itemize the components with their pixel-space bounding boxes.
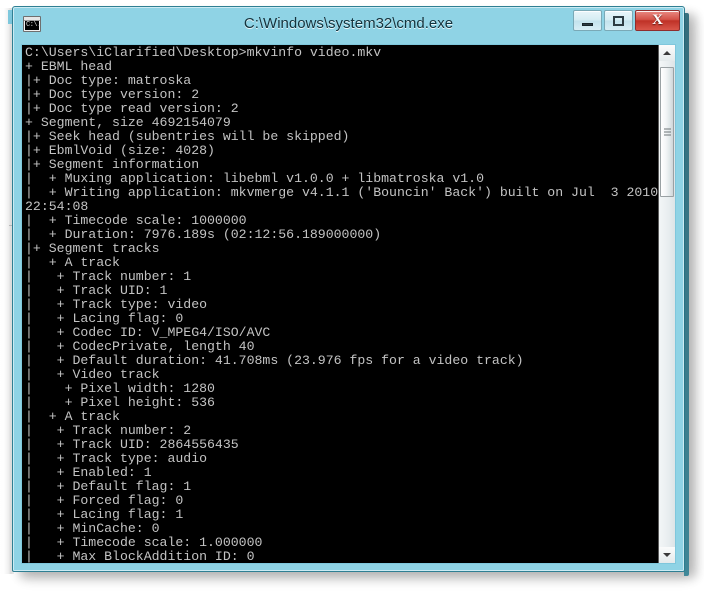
- console-line: | + Track number: 2: [25, 423, 192, 438]
- scroll-down-button[interactable]: [659, 547, 675, 563]
- cmd-icon-screen-label: C:\.: [25, 21, 41, 30]
- scroll-down-arrow-icon: [663, 553, 671, 557]
- console-line: |+ Doc type version: 2: [25, 87, 200, 102]
- console-line: 22:54:08: [25, 199, 89, 214]
- window-bottom-frame: [13, 564, 684, 571]
- console-line: | + Track UID: 1: [25, 283, 168, 298]
- scroll-up-button[interactable]: [659, 45, 675, 61]
- console-line: | + Track type: audio: [25, 451, 208, 466]
- console-line: C:\Users\iClarified\Desktop>mkvinfo vide…: [25, 45, 382, 60]
- close-icon: X: [652, 12, 663, 28]
- console-output[interactable]: C:\Users\iClarified\Desktop>mkvinfo vide…: [22, 45, 658, 564]
- console-line: | + Duration: 7976.189s (02:12:56.189000…: [25, 227, 382, 242]
- cmd-console-icon[interactable]: C:\.: [23, 16, 41, 32]
- console-line: | + Codec ID: V_MPEG4/ISO/AVC: [25, 325, 271, 340]
- minimize-button[interactable]: [573, 10, 602, 31]
- console-line: | + Lacing flag: 1: [25, 507, 184, 522]
- console-line: | + Pixel width: 1280: [25, 381, 215, 396]
- console-line: |+ EbmlVoid (size: 4028): [25, 143, 215, 158]
- console-line: | + Track type: video: [25, 297, 208, 312]
- console-line: | + Writing application: mkvmerge v4.1.1…: [25, 185, 658, 200]
- console-line: | + Video track: [25, 367, 160, 382]
- console-line: | + A track: [25, 255, 120, 270]
- title-bar[interactable]: C:\. C:\Windows\system32\cmd.exe X: [13, 7, 684, 43]
- console-line: | + Enabled: 1: [25, 465, 152, 480]
- console-line: | + Track number: 1: [25, 269, 192, 284]
- console-line: | + A track: [25, 409, 120, 424]
- scrollbar-thumb[interactable]: [660, 67, 674, 197]
- console-line: | + Default duration: 41.708ms (23.976 f…: [25, 353, 524, 368]
- console-line: | + Pixel height: 536: [25, 395, 215, 410]
- console-line: | + Max BlockAddition ID: 0: [25, 549, 255, 564]
- console-line: |+ Segment information: [25, 157, 200, 172]
- scrollbar-thumb-grip-icon: [664, 128, 671, 136]
- console-line: | + Default flag: 1: [25, 479, 192, 494]
- caption-button-group: X: [573, 10, 680, 31]
- console-vertical-scrollbar[interactable]: [658, 45, 675, 563]
- console-line: | + Lacing flag: 0: [25, 311, 184, 326]
- console-line: | + CodecPrivate, length 40: [25, 339, 255, 354]
- console-line: | + MinCache: 0: [25, 521, 160, 536]
- minimize-icon: [582, 22, 593, 26]
- screenshot-root: C:\. C:\Windows\system32\cmd.exe X C:\Us…: [0, 0, 704, 598]
- console-line: |+ Doc type: matroska: [25, 73, 192, 88]
- scroll-up-arrow-icon: [663, 51, 671, 55]
- console-line: | + Track UID: 2864556435: [25, 437, 239, 452]
- close-button[interactable]: X: [635, 10, 680, 31]
- console-line: | + Muxing application: libebml v1.0.0 +…: [25, 171, 484, 186]
- cmd-window: C:\. C:\Windows\system32\cmd.exe X C:\Us…: [12, 6, 689, 576]
- console-line: | + Timecode scale: 1000000: [25, 213, 247, 228]
- console-line: + EBML head: [25, 59, 113, 74]
- console-line: |+ Seek head (subentries will be skipped…: [25, 129, 350, 144]
- console-line: |+ Segment tracks: [25, 241, 160, 256]
- maximize-icon: [613, 15, 624, 26]
- console-client-area[interactable]: C:\Users\iClarified\Desktop>mkvinfo vide…: [21, 44, 676, 564]
- console-line: |+ Doc type read version: 2: [25, 101, 239, 116]
- maximize-button[interactable]: [604, 10, 633, 31]
- console-line: | + Timecode scale: 1.000000: [25, 535, 263, 550]
- console-line: + Segment, size 4692154079: [25, 115, 231, 130]
- console-line: | + Forced flag: 0: [25, 493, 184, 508]
